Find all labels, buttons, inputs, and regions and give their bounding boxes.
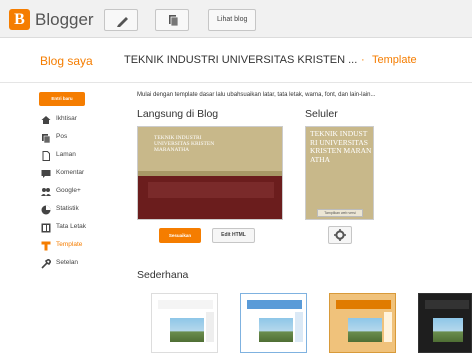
template-option-simple-4[interactable] <box>418 293 472 353</box>
sidebar-item-pages[interactable]: Laman <box>41 150 121 162</box>
sidebar-item-label: Tata Letak <box>56 223 86 230</box>
sidebar-item-google-plus[interactable]: Google+ <box>41 186 121 198</box>
sidebar-item-label: Ikhtisar <box>56 115 77 122</box>
top-bar: B Blogger Lihat blog <box>0 0 472 38</box>
new-post-pencil-button[interactable] <box>104 9 138 31</box>
template-sidebar <box>206 312 214 342</box>
template-option-simple-3[interactable] <box>329 293 396 353</box>
sidebar-item-label: Laman <box>56 151 76 158</box>
sidebar-item-stats[interactable]: Statistik <box>41 204 121 216</box>
template-option-simple-1[interactable] <box>151 293 218 353</box>
customize-button[interactable]: Sesuaikan <box>159 228 201 243</box>
sidebar-item-settings[interactable]: Setelan <box>41 258 121 270</box>
template-icon <box>41 241 51 251</box>
template-header <box>425 300 469 309</box>
new-post-button[interactable]: Entri baru <box>39 92 85 106</box>
sidebar-item-overview[interactable]: Ikhtisar <box>41 114 121 126</box>
mobile-template-preview[interactable]: TEKNIK INDUSTRI UNIVERSITAS KRISTEN MARA… <box>305 126 374 220</box>
template-header <box>158 300 213 309</box>
preview-post-area <box>148 182 274 198</box>
sidebar-item-label: Setelan <box>56 259 79 266</box>
view-posts-button[interactable] <box>155 9 189 31</box>
template-sidebar <box>384 312 392 342</box>
template-header <box>336 300 391 309</box>
sidebar-item-label: Pos <box>56 133 68 140</box>
posts-icon <box>42 134 51 143</box>
preview-nav-band <box>138 171 282 176</box>
desktop-template-preview[interactable]: TEKNIK INDUSTRI UNIVERSITAS KRISTEN MARA… <box>137 126 283 220</box>
app-name[interactable]: Blogger <box>35 10 94 30</box>
sidebar-item-label: Template <box>56 241 83 248</box>
sidebar-item-label: Statistik <box>56 205 79 212</box>
template-thumbnail <box>170 318 204 342</box>
template-thumbnail <box>259 318 293 342</box>
template-thumbnail <box>348 318 382 342</box>
edit-html-button[interactable]: Edit HTML <box>212 228 255 243</box>
my-blogs-link[interactable]: Blog saya <box>40 54 93 68</box>
breadcrumb: Blog saya TEKNIK INDUSTRI UNIVERSITAS KR… <box>0 39 472 83</box>
layout-icon <box>41 223 51 233</box>
mobile-settings-button[interactable] <box>328 226 352 244</box>
sidebar-item-layout[interactable]: Tata Letak <box>41 222 121 234</box>
view-blog-button[interactable]: Lihat blog <box>208 9 257 31</box>
blogger-logo-icon[interactable]: B <box>9 9 30 30</box>
settings-icon <box>41 259 51 269</box>
stats-icon <box>41 205 51 215</box>
live-on-blog-heading: Langsung di Blog <box>137 108 219 120</box>
sidebar-item-comments[interactable]: Komentar <box>41 168 121 180</box>
comments-icon <box>41 170 51 178</box>
home-icon <box>41 116 51 124</box>
page-title: Template <box>372 54 417 66</box>
mobile-preview-title: TEKNIK INDUSTRI UNIVERSITAS KRISTEN MARA… <box>310 129 372 164</box>
template-thumbnail <box>433 318 463 342</box>
blog-title-dropdown[interactable]: TEKNIK INDUSTRI UNIVERSITAS KRISTEN ... <box>124 54 357 66</box>
google-plus-icon <box>41 188 51 196</box>
simple-heading: Sederhana <box>137 269 189 281</box>
mobile-preview-footer: Tampilkan web versi <box>317 209 363 217</box>
template-description: Mulai dengan template dasar lalu ubahsua… <box>137 92 376 98</box>
preview-blog-title: TEKNIK INDUSTRI UNIVERSITAS KRISTEN MARA… <box>154 135 215 153</box>
sidebar-item-label: Komentar <box>56 169 85 176</box>
gear-icon <box>334 229 346 241</box>
template-sidebar <box>295 312 303 342</box>
pencil-icon <box>117 17 128 27</box>
sidebar-item-label: Google+ <box>56 187 81 194</box>
pages-icon <box>42 151 50 161</box>
sidebar-item-template[interactable]: Template <box>41 240 121 252</box>
template-header <box>247 300 302 309</box>
mobile-heading: Seluler <box>305 108 338 120</box>
breadcrumb-separator: · <box>361 54 365 66</box>
sidebar-item-posts[interactable]: Pos <box>41 132 121 144</box>
template-option-simple-2[interactable] <box>240 293 307 353</box>
copy-pages-icon <box>169 15 179 27</box>
